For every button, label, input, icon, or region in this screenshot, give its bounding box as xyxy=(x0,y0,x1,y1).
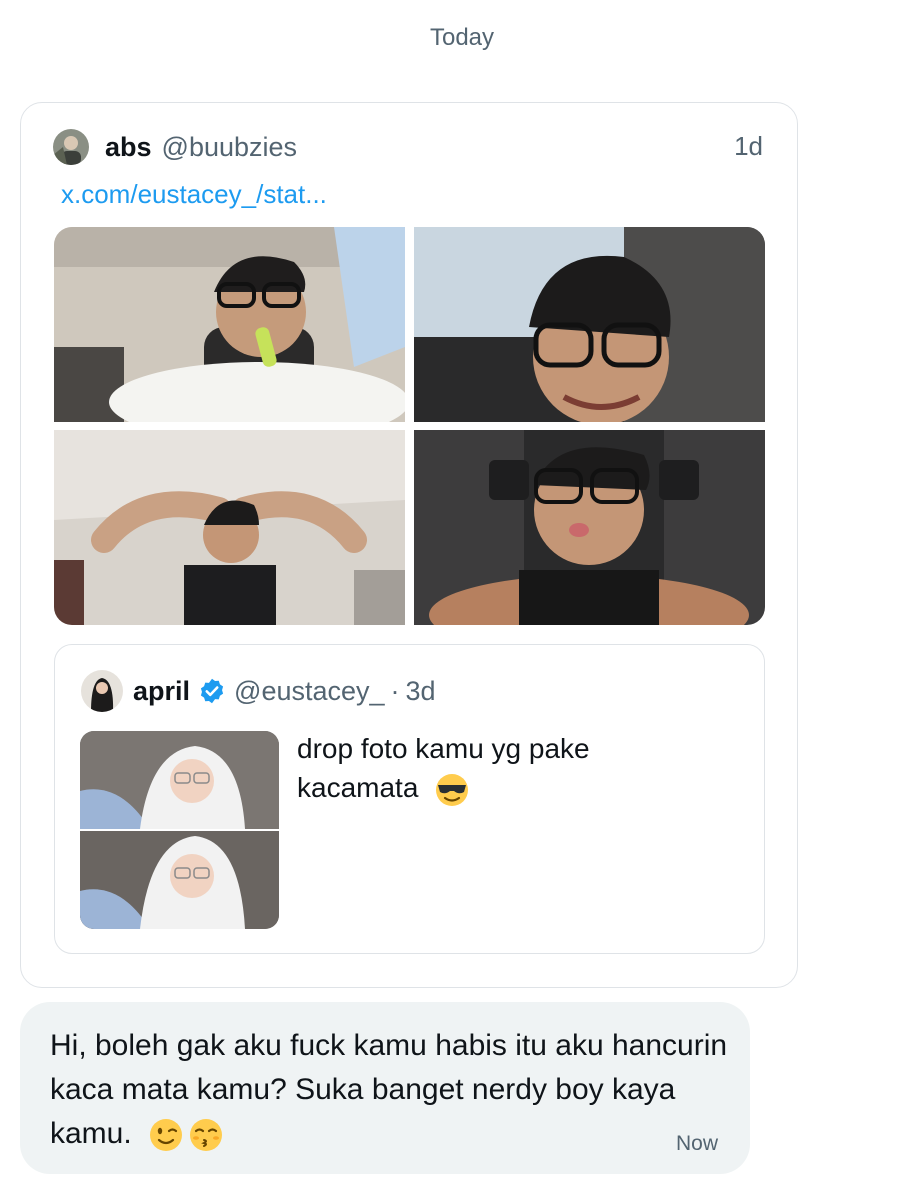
message-emojis xyxy=(148,1117,224,1153)
date-separator: Today xyxy=(429,24,495,51)
quoted-author-avatar[interactable] xyxy=(81,670,123,712)
quoted-tweet-timestamp: 3d xyxy=(405,675,436,706)
message-timestamp: Now xyxy=(675,1132,718,1155)
quoted-tweet-card[interactable]: april @eustacey_ · 3d drop foto kamu yg … xyxy=(54,644,765,954)
tweet-photo-2[interactable] xyxy=(414,227,765,422)
smiling-face-with-sunglasses-icon xyxy=(436,773,469,806)
quoted-author-name[interactable]: april xyxy=(133,676,190,707)
quoted-tweet-header: april @eustacey_ · 3d xyxy=(81,669,436,713)
tweet-media-grid[interactable] xyxy=(54,227,765,625)
tweet-photo-3[interactable] xyxy=(54,430,405,625)
message-bubble[interactable]: Hi, boleh gak aku fuck kamu habis itu ak… xyxy=(20,1002,750,1174)
tweet-author-row: abs @buubzies xyxy=(53,127,297,167)
winking-face-icon xyxy=(150,1119,183,1152)
message-text: Hi, boleh gak aku fuck kamu habis itu ak… xyxy=(50,1024,730,1156)
tweet-author-name[interactable]: abs xyxy=(105,132,152,163)
tweet-timestamp: 1d xyxy=(734,131,763,161)
shared-tweet-card[interactable]: abs @buubzies 1d x.com/eustacey_/stat... xyxy=(20,102,798,988)
quoted-author-handle[interactable]: @eustacey_ xyxy=(234,676,385,707)
tweet-link[interactable]: x.com/eustacey_/stat... xyxy=(61,179,327,210)
verified-badge-icon xyxy=(198,677,226,705)
sunglasses-emoji xyxy=(434,772,470,808)
kissing-face-with-closed-eyes-icon xyxy=(190,1119,223,1152)
tweet-photo-1[interactable] xyxy=(54,227,405,422)
quoted-tweet-media[interactable] xyxy=(80,731,279,929)
tweet-photo-4[interactable] xyxy=(414,430,765,625)
quoted-tweet-text: drop foto kamu yg pake kacamata xyxy=(297,729,717,808)
author-avatar[interactable] xyxy=(53,129,89,165)
meta-separator: · xyxy=(390,675,400,706)
tweet-author-handle[interactable]: @buubzies xyxy=(162,132,298,163)
